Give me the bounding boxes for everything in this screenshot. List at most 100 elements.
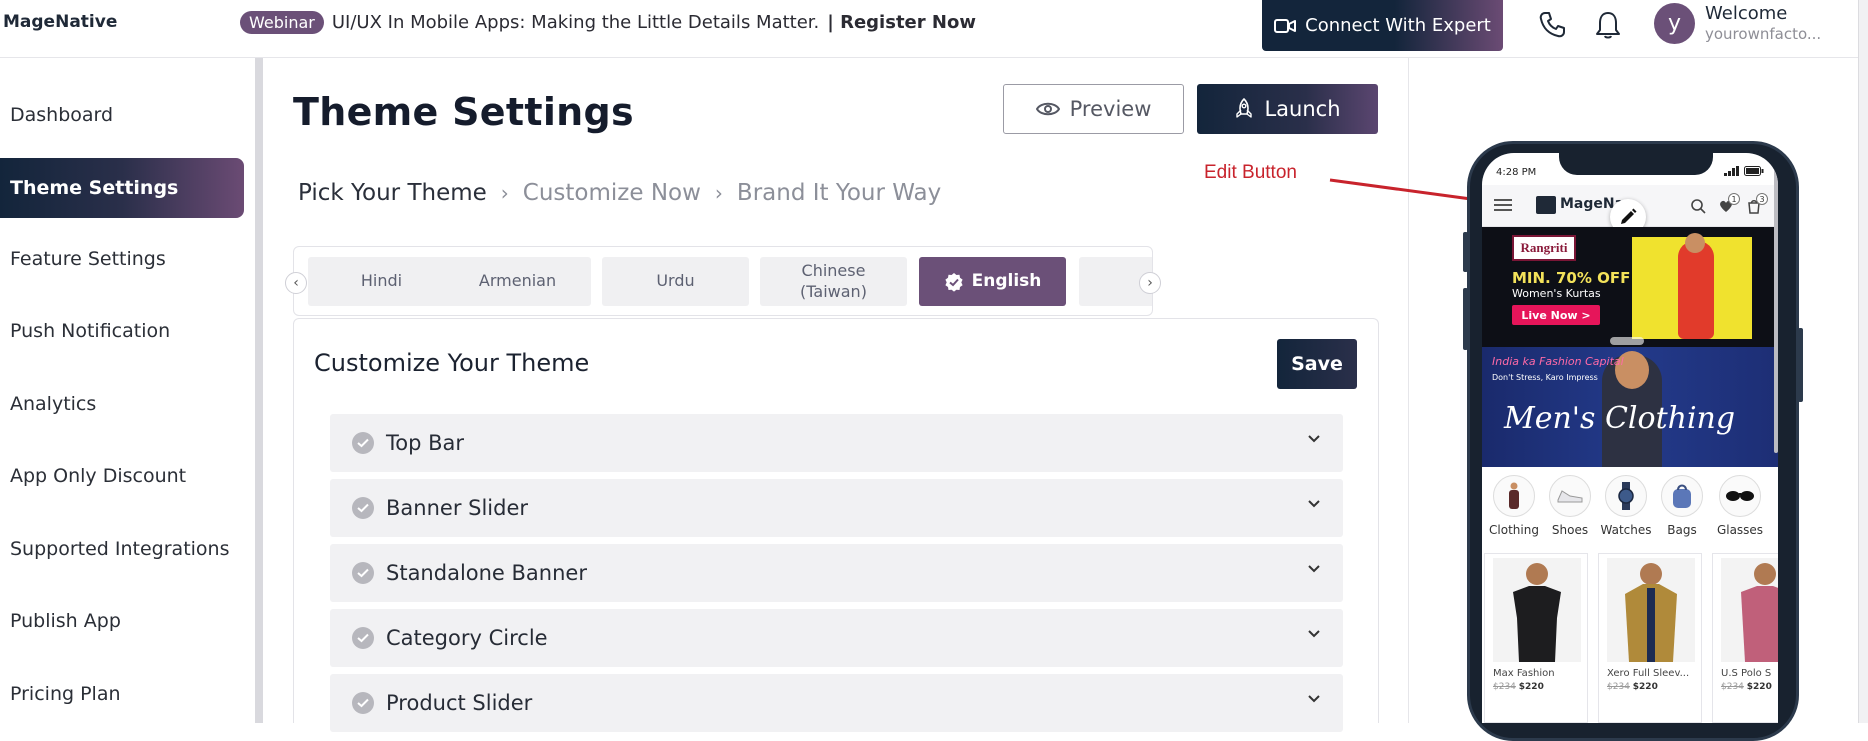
product-image [1607,558,1695,662]
lang-tab-english[interactable]: English [919,257,1066,306]
banner-tagline: Don't Stress, Karo Impress [1492,373,1598,382]
sidebar-item-feature-settings[interactable]: Feature Settings [10,248,166,270]
product-card[interactable]: Max Fashion $234 $220 [1484,553,1588,723]
launch-button[interactable]: Launch [1197,84,1378,134]
store-name: yourownfacto... [1705,25,1822,43]
product-card[interactable]: Xero Full Sleev... $234 $220 [1598,553,1702,723]
section-label: Category Circle [386,626,548,650]
lang-tab-hindi[interactable]: Hindi [308,257,455,306]
connect-with-expert-button[interactable]: Connect With Expert [1262,0,1503,51]
check-circle-icon [352,627,374,649]
shoe-icon [1549,475,1591,517]
category-label: Clothing [1489,523,1539,537]
preview-button[interactable]: Preview [1003,84,1184,134]
slider-dots[interactable] [1610,337,1644,345]
category-bags[interactable]: Bags [1654,475,1710,537]
section-label: Product Slider [386,691,533,715]
sidebar-item-dashboard[interactable]: Dashboard [10,104,113,126]
check-circle-icon [352,432,374,454]
eye-icon [1035,102,1060,116]
brand-logo[interactable]: MageNative [3,12,117,32]
product-name: Xero Full Sleev... [1607,668,1690,679]
phone-volume-button [1463,288,1468,350]
phone-icon[interactable] [1535,8,1569,42]
banner-slider[interactable]: Rangriti MIN. 70% OFF Women's Kurtas Liv… [1482,227,1778,347]
top-bar: MageNative Webinar UI/UX In Mobile Apps:… [0,0,1868,58]
section-label: Top Bar [386,431,465,455]
banner-headline: MIN. 70% OFF [1512,269,1631,287]
lang-tab-chinese-taiwan[interactable]: Chinese (Taiwan) [760,257,907,306]
lang-tab-urdu[interactable]: Urdu [602,257,749,306]
product-price: $234 $220 [1721,682,1772,692]
phone-scrollbar[interactable] [1774,153,1778,453]
sidebar-item-supported-integrations[interactable]: Supported Integrations [10,538,230,560]
sidebar-scrollbar[interactable] [255,58,263,723]
section-product-slider[interactable]: Product Slider [330,674,1343,732]
save-button[interactable]: Save [1277,339,1357,389]
check-circle-icon [352,692,374,714]
welcome-label: Welcome [1705,3,1788,24]
sidebar-item-app-only-discount[interactable]: App Only Discount [10,465,186,487]
chevron-right-icon: › [500,181,509,205]
language-tabs: Hindi Armenian Urdu Chinese (Taiwan) Eng… [293,246,1153,316]
bell-icon[interactable] [1591,8,1625,42]
webinar-banner[interactable]: Webinar UI/UX In Mobile Apps: Making the… [240,11,976,34]
phone-notch [1559,145,1713,175]
wishlist-count-badge: 1 [1728,193,1740,205]
chevron-left-icon[interactable]: ‹ [285,272,307,294]
category-glasses[interactable]: Glasses [1712,475,1768,537]
banner-brand-logo: Rangriti [1512,235,1576,261]
step-customize-now[interactable]: Customize Now [523,180,701,206]
product-image [1721,558,1778,662]
search-icon[interactable] [1690,198,1706,214]
cart-count-badge: 3 [1756,193,1768,205]
status-time: 4:28 PM [1496,167,1537,178]
edit-button-annotation: Edit Button [1204,162,1297,183]
launch-label: Launch [1264,97,1341,121]
register-now-link[interactable]: | Register Now [827,12,976,33]
chevron-right-icon[interactable]: › [1139,272,1161,294]
battery-icon [1744,166,1764,176]
chevron-down-icon [1308,695,1320,703]
chevron-down-icon [1308,630,1320,638]
sidebar-item-publish-app[interactable]: Publish App [10,610,121,632]
section-top-bar[interactable]: Top Bar [330,414,1343,472]
page-scrollbar[interactable] [1858,0,1868,723]
video-camera-icon [1274,18,1297,33]
lang-tab-label: Chinese (Taiwan) [800,260,867,301]
sidebar-item-pricing-plan[interactable]: Pricing Plan [10,683,121,705]
banner-subtext: Women's Kurtas [1512,287,1601,300]
chevron-down-icon [1308,565,1320,573]
section-category-circle[interactable]: Category Circle [330,609,1343,667]
section-standalone-banner[interactable]: Standalone Banner [330,544,1343,602]
category-clothing[interactable]: Clothing [1486,475,1542,537]
check-badge-icon [945,272,963,292]
standalone-banner[interactable]: India ka Fashion Capital Don't Stress, K… [1482,347,1778,467]
section-label: Standalone Banner [386,561,587,585]
phone-power-button [1798,328,1803,402]
banner-model-figure [1678,241,1714,339]
product-card[interactable]: U.S Polo S $234 $220 [1712,553,1778,723]
category-circles: Clothing Shoes Watches Bags Glasses [1482,471,1778,543]
menu-icon[interactable] [1494,199,1512,211]
category-watches[interactable]: Watches [1598,475,1654,537]
category-shoes[interactable]: Shoes [1542,475,1598,537]
webinar-text: UI/UX In Mobile Apps: Making the Little … [331,12,820,33]
clothing-icon [1493,475,1535,517]
product-image [1493,558,1581,662]
banner-tag: India ka Fashion Capital [1492,355,1624,368]
sidebar-item-theme-settings[interactable]: Theme Settings [0,158,244,218]
sidebar-item-push-notification[interactable]: Push Notification [10,320,170,342]
signal-icon [1724,166,1739,176]
section-banner-slider[interactable]: Banner Slider [330,479,1343,537]
phone-volume-button [1463,232,1468,272]
banner-live-now-button[interactable]: Live Now > [1512,305,1600,325]
step-pick-theme[interactable]: Pick Your Theme [298,180,487,206]
lang-tab-armenian[interactable]: Armenian [444,257,591,306]
chevron-down-icon [1308,435,1320,443]
avatar[interactable]: y [1654,3,1695,44]
preview-label: Preview [1069,97,1152,121]
chevron-down-icon [1308,500,1320,508]
sidebar-item-analytics[interactable]: Analytics [10,393,96,415]
step-brand-it[interactable]: Brand It Your Way [737,180,941,206]
